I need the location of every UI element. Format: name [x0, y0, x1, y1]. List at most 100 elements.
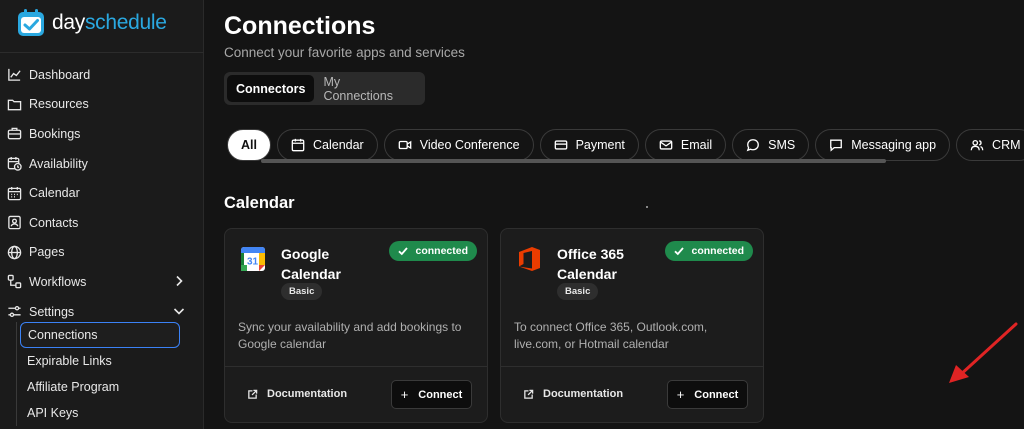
documentation-label: Documentation [267, 388, 348, 400]
briefcase-icon [6, 126, 22, 142]
credit-card-icon [554, 138, 568, 152]
category-filters: All Calendar Video Conference Payment Em… [227, 129, 1024, 161]
filter-all[interactable]: All [227, 129, 271, 161]
calendar-icon [291, 138, 305, 152]
connect-button[interactable]: + Connect [391, 380, 472, 409]
external-link-icon [247, 389, 258, 400]
sidebar-item-pages[interactable]: Pages [0, 238, 204, 268]
workflow-icon [6, 274, 22, 290]
documentation-label: Documentation [543, 388, 624, 400]
sidebar-item-label: Dashboard [29, 67, 91, 82]
filter-calendar[interactable]: Calendar [276, 129, 378, 161]
submenu-item-affiliate-program[interactable]: Affiliate Program [17, 374, 202, 400]
sidebar-item-calendar[interactable]: Calendar [0, 178, 204, 208]
contact-card-icon [6, 215, 22, 231]
chevron-right-icon[interactable] [172, 274, 186, 288]
sidebar-item-label: Settings [29, 304, 75, 319]
submenu-item-expirable-links[interactable]: Expirable Links [17, 348, 202, 374]
status-label: connected [691, 245, 744, 257]
filter-label: Email [680, 138, 713, 152]
svg-text:31: 31 [247, 257, 259, 268]
sidebar-item-label: Workflows [29, 274, 87, 289]
submenu-item-connections[interactable]: Connections [20, 322, 180, 348]
video-icon [398, 138, 412, 152]
sidebar-item-contacts[interactable]: Contacts [0, 208, 204, 238]
message-circle-icon [746, 138, 760, 152]
status-badge: connected [389, 241, 477, 261]
calendar-check-logo-icon [16, 8, 46, 38]
sidebar-item-bookings[interactable]: Bookings [0, 119, 204, 149]
users-icon [970, 138, 984, 152]
google-calendar-icon: 31 [239, 245, 267, 273]
tier-badge: Basic [281, 283, 323, 300]
filter-label: All [241, 138, 257, 152]
annotation-arrow-icon [949, 322, 1018, 383]
filter-label: SMS [768, 138, 796, 152]
sidebar-item-label: Availability [29, 156, 88, 171]
section-title: Calendar [224, 194, 295, 212]
check-icon [397, 245, 409, 257]
chevron-down-icon[interactable] [172, 304, 186, 318]
brand-name: dayschedule [52, 11, 167, 34]
sidebar-item-label: Resources [29, 97, 89, 112]
page-subtitle: Connect your favorite apps and services [224, 45, 465, 60]
card-divider [501, 366, 763, 367]
connect-label: Connect [694, 388, 739, 401]
message-square-icon [829, 138, 843, 152]
filters-scrollbar[interactable] [261, 159, 886, 163]
submenu-item-api-keys[interactable]: API Keys [17, 400, 202, 426]
filter-crm[interactable]: CRM [956, 129, 1024, 161]
connector-description: To connect Office 365, Outlook.com, live… [514, 320, 708, 351]
sidebar-item-label: Calendar [29, 186, 80, 201]
connector-name: Google Calendar [281, 246, 341, 282]
status-label: connected [415, 245, 468, 257]
mail-icon [659, 138, 673, 152]
connect-button[interactable]: + Connect [667, 380, 748, 409]
filter-messaging-app[interactable]: Messaging app [815, 129, 951, 161]
card-divider [225, 366, 487, 367]
settings-submenu: Connections Expirable Links Affiliate Pr… [16, 322, 202, 426]
connector-card-google-calendar: 31 Google Calendar Basic connected Sync … [224, 228, 488, 423]
connector-name: Office 365 Calendar [557, 246, 624, 282]
external-link-icon [523, 389, 534, 400]
chart-line-icon [6, 67, 22, 83]
filter-email[interactable]: Email [644, 129, 727, 161]
filter-label: Payment [575, 138, 625, 152]
filter-payment[interactable]: Payment [539, 129, 639, 161]
main-content: Connections Connect your favorite apps a… [205, 0, 1024, 429]
documentation-link[interactable]: Documentation [523, 388, 623, 400]
sidebar-divider [0, 52, 204, 53]
filter-label: Video Conference [419, 138, 520, 152]
documentation-link[interactable]: Documentation [247, 388, 347, 400]
filter-sms[interactable]: SMS [732, 129, 810, 161]
connections-tabs: Connectors My Connections [224, 72, 425, 105]
filter-label: CRM [992, 138, 1021, 152]
office-365-icon [515, 245, 543, 273]
calendar-icon [6, 185, 22, 201]
sidebar-item-resources[interactable]: Resources [0, 90, 204, 120]
plus-icon: + [676, 387, 685, 402]
filter-label: Messaging app [851, 138, 937, 152]
tab-my-connections[interactable]: My Connections [314, 75, 422, 103]
plus-icon: + [400, 387, 409, 402]
sidebar-item-label: Pages [29, 245, 65, 260]
filter-label: Calendar [312, 138, 364, 152]
status-badge: connected [665, 241, 753, 261]
sidebar-item-workflows[interactable]: Workflows [0, 267, 204, 297]
stray-dot [646, 206, 648, 208]
sidebar-item-dashboard[interactable]: Dashboard [0, 60, 204, 90]
check-icon [673, 245, 685, 257]
sidebar-item-label: Contacts [29, 215, 79, 230]
sliders-icon [6, 304, 22, 320]
sidebar-nav: Dashboard Resources Bookings Availabilit… [0, 60, 204, 326]
connector-description: Sync your availability and add bookings … [238, 320, 462, 351]
brand-logo[interactable]: dayschedule [16, 6, 167, 40]
folder-icon [6, 96, 22, 112]
globe-icon [6, 244, 22, 260]
filter-video-conference[interactable]: Video Conference [383, 129, 534, 161]
sidebar-item-availability[interactable]: Availability [0, 149, 204, 179]
connector-card-office-365-calendar: Office 365 Calendar Basic connected To c… [500, 228, 764, 423]
tab-connectors[interactable]: Connectors [227, 75, 315, 102]
page-title: Connections [224, 12, 376, 40]
sidebar-item-label: Bookings [29, 126, 81, 141]
